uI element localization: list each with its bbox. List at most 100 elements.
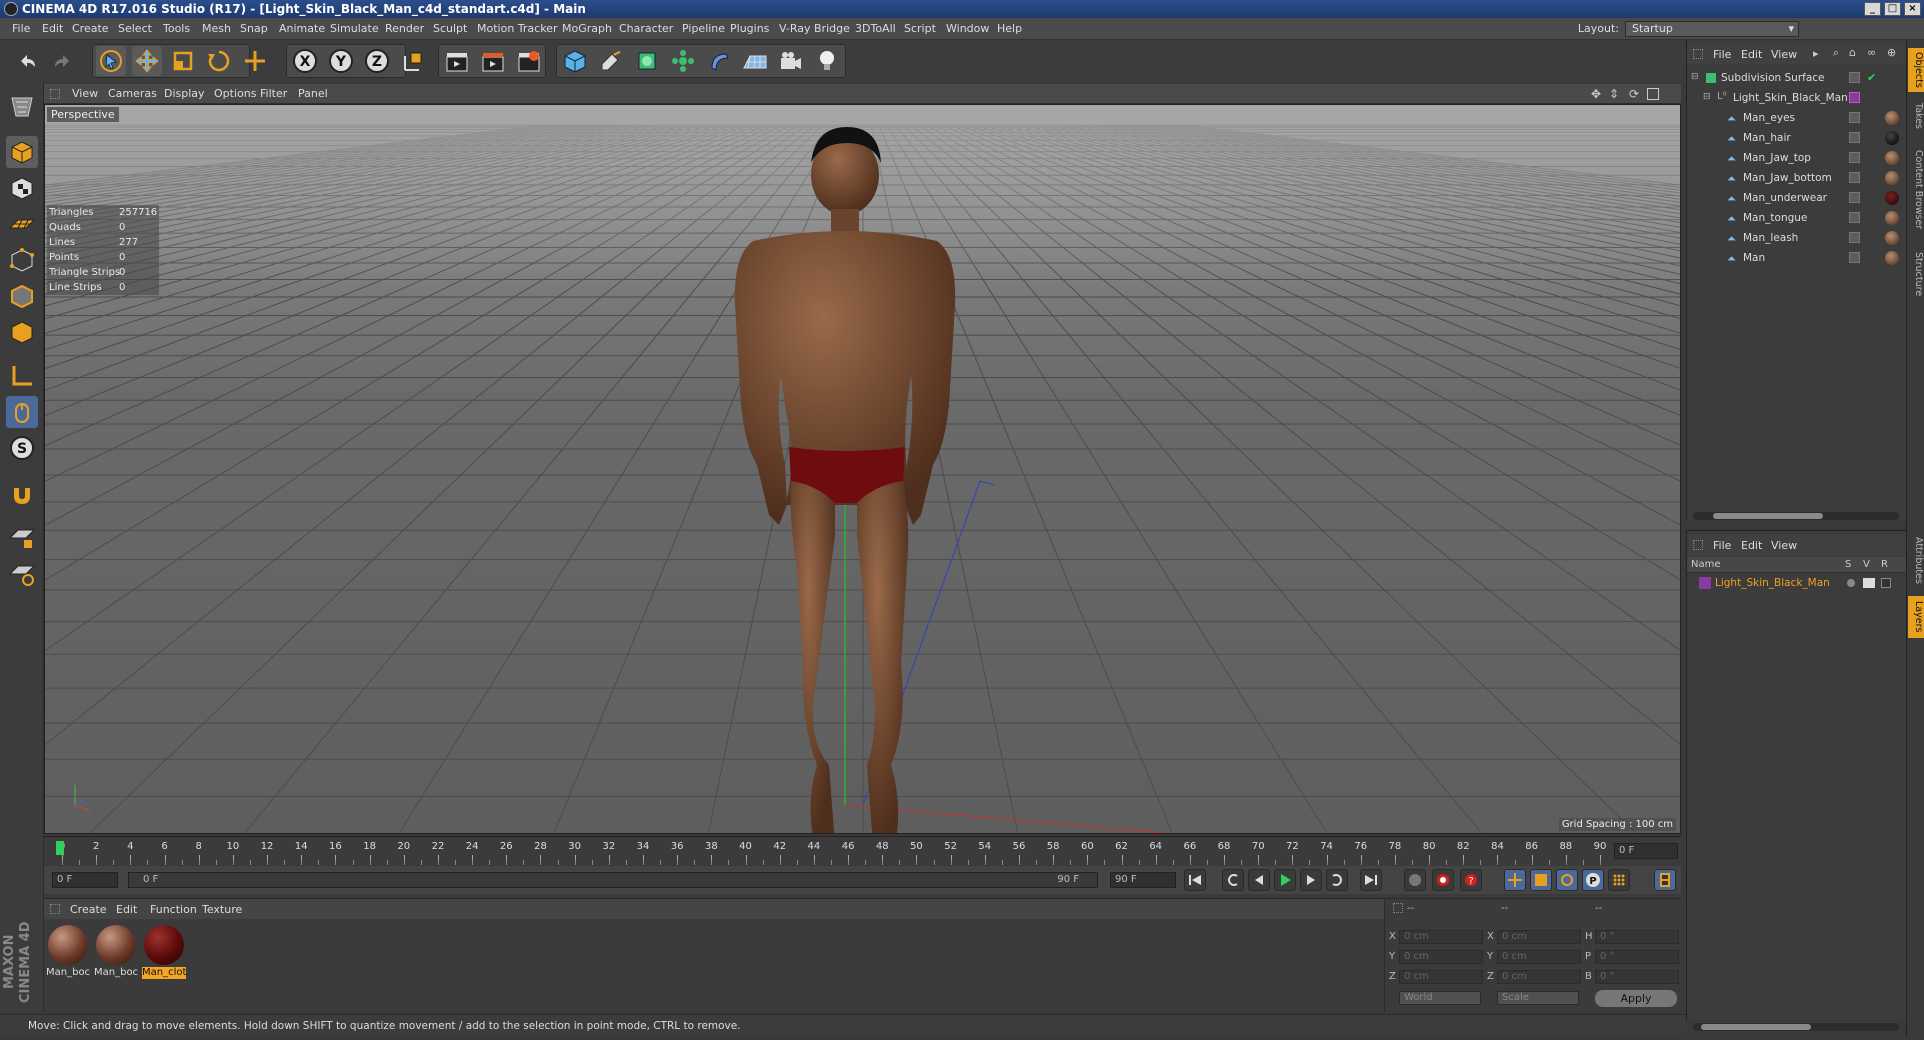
layer-toggle[interactable] bbox=[1849, 252, 1860, 263]
apply-button[interactable]: Apply bbox=[1595, 990, 1677, 1007]
tab-layers[interactable]: Layers bbox=[1908, 596, 1924, 638]
menu-select[interactable]: Select bbox=[118, 18, 152, 40]
material-tag-icon[interactable] bbox=[1885, 191, 1899, 205]
object-row[interactable]: ⏶ Man_leash bbox=[1687, 228, 1907, 248]
record-keys-disabled-button[interactable] bbox=[1404, 869, 1426, 891]
object-row[interactable]: ⏶ Man_Jaw_bottom bbox=[1687, 168, 1907, 188]
viewport-menu-view[interactable]: View bbox=[72, 87, 98, 100]
object-row-light-skin-black-man[interactable]: ⊟ L⁰ Light_Skin_Black_Man bbox=[1687, 88, 1907, 108]
live-selection-button[interactable] bbox=[96, 46, 126, 76]
coordinate-system-button[interactable] bbox=[398, 46, 428, 76]
material-tag-icon[interactable] bbox=[1885, 171, 1899, 185]
menu-tools[interactable]: Tools bbox=[163, 18, 190, 40]
menu-create[interactable]: Create bbox=[72, 18, 109, 40]
menu-help[interactable]: Help bbox=[997, 18, 1022, 40]
minimize-button[interactable]: _ bbox=[1864, 2, 1881, 16]
menu-sculpt[interactable]: Sculpt bbox=[433, 18, 467, 40]
layer-toggle[interactable] bbox=[1849, 112, 1860, 123]
material-tag-icon[interactable] bbox=[1885, 211, 1899, 225]
check-icon[interactable]: ✔ bbox=[1867, 71, 1876, 84]
viewport-menu-cameras[interactable]: Cameras bbox=[108, 87, 157, 100]
solo-icon[interactable] bbox=[1847, 579, 1855, 587]
prev-key-button[interactable] bbox=[1222, 869, 1244, 891]
menu-3dtoall[interactable]: 3DToAll bbox=[855, 18, 896, 40]
layer-menu-view[interactable]: View bbox=[1771, 539, 1797, 552]
viewport[interactable]: Perspective Triangles 257716 Quads 0 Lines… bbox=[44, 104, 1681, 834]
material-menu-create[interactable]: Create bbox=[70, 903, 107, 916]
position-z-field[interactable]: 0 cm bbox=[1399, 970, 1483, 984]
material-menu-texture[interactable]: Texture bbox=[202, 903, 242, 916]
workplane-button[interactable] bbox=[6, 208, 38, 240]
next-key-button[interactable] bbox=[1326, 869, 1348, 891]
link-icon[interactable]: ∞ bbox=[1867, 46, 1876, 59]
make-editable-button[interactable] bbox=[6, 90, 38, 122]
menu-render[interactable]: Render bbox=[385, 18, 424, 40]
autokey-button[interactable]: ? bbox=[1460, 869, 1482, 891]
rotation-b-field[interactable]: 0 ° bbox=[1595, 970, 1679, 984]
size-x-field[interactable]: 0 cm bbox=[1497, 930, 1581, 944]
menu-pipeline[interactable]: Pipeline bbox=[682, 18, 725, 40]
current-frame-field[interactable]: 0 F bbox=[1614, 843, 1678, 859]
position-y-field[interactable]: 0 cm bbox=[1399, 950, 1483, 964]
lock-workplane-button[interactable] bbox=[6, 522, 38, 554]
layer-toggle[interactable] bbox=[1849, 172, 1860, 183]
object-row[interactable]: ⏶ Man_tongue bbox=[1687, 208, 1907, 228]
object-menu-file[interactable]: File bbox=[1713, 48, 1731, 61]
end-frame-field[interactable]: 90 F bbox=[1110, 872, 1176, 888]
scale-select[interactable]: Scale bbox=[1497, 991, 1579, 1005]
scroll-thumb[interactable] bbox=[1713, 513, 1823, 519]
perspective-label[interactable]: Perspective bbox=[47, 107, 119, 122]
menu-snap[interactable]: Snap bbox=[240, 18, 268, 40]
prev-frame-button[interactable] bbox=[1248, 869, 1270, 891]
start-frame-field[interactable]: 0 F bbox=[52, 872, 118, 888]
object-row[interactable]: ⏶ Man_underwear bbox=[1687, 188, 1907, 208]
menu-motion-tracker[interactable]: Motion Tracker bbox=[477, 18, 557, 40]
world-select[interactable]: World bbox=[1399, 991, 1481, 1005]
menu-character[interactable]: Character bbox=[619, 18, 673, 40]
material-swatch[interactable]: Man_clot bbox=[142, 923, 186, 981]
zoom-icon[interactable]: ⇕ bbox=[1609, 87, 1619, 101]
viewport-menu-display[interactable]: Display bbox=[164, 87, 205, 100]
axis-y-button[interactable]: Y bbox=[326, 46, 356, 76]
object-row[interactable]: ⏶ Man_hair bbox=[1687, 128, 1907, 148]
edges-mode-button[interactable] bbox=[6, 280, 38, 312]
tab-objects[interactable]: Objects bbox=[1908, 48, 1924, 92]
menu-simulate[interactable]: Simulate bbox=[330, 18, 379, 40]
redo-button[interactable] bbox=[48, 46, 78, 76]
polygons-mode-button[interactable] bbox=[6, 316, 38, 348]
layer-color[interactable] bbox=[1849, 92, 1860, 103]
key-parameter-button[interactable]: P bbox=[1582, 869, 1604, 891]
search-icon[interactable]: ⌕ bbox=[1833, 46, 1839, 60]
tab-structure[interactable]: Structure bbox=[1908, 246, 1924, 302]
material-menu-edit[interactable]: Edit bbox=[116, 903, 137, 916]
render-view-button[interactable] bbox=[442, 46, 472, 76]
tab-attributes[interactable]: Attributes bbox=[1908, 530, 1924, 590]
axis-mode-button[interactable] bbox=[6, 360, 38, 392]
tab-content-browser[interactable]: Content Browser bbox=[1908, 140, 1924, 240]
menu-vray-bridge[interactable]: V-Ray Bridge bbox=[779, 18, 850, 40]
menu-animate[interactable]: Animate bbox=[279, 18, 325, 40]
array-button[interactable] bbox=[668, 46, 698, 76]
position-x-field[interactable]: 0 cm bbox=[1399, 930, 1483, 944]
undo-button[interactable] bbox=[12, 46, 42, 76]
menu-edit[interactable]: Edit bbox=[42, 18, 63, 40]
layer-row[interactable]: Light_Skin_Black_Man bbox=[1687, 575, 1907, 593]
key-pla-button[interactable] bbox=[1608, 869, 1630, 891]
viewport-menu-options[interactable]: Options bbox=[214, 87, 256, 100]
cube-object-button[interactable] bbox=[560, 46, 590, 76]
material-tag-icon[interactable] bbox=[1885, 231, 1899, 245]
menu-window[interactable]: Window bbox=[946, 18, 989, 40]
axis-z-button[interactable]: Z bbox=[362, 46, 392, 76]
object-row[interactable]: ⏶ Man_Jaw_top bbox=[1687, 148, 1907, 168]
tweak-mode-button[interactable] bbox=[6, 396, 38, 428]
menu-file[interactable]: File bbox=[12, 18, 30, 40]
key-position-button[interactable] bbox=[1504, 869, 1526, 891]
layer-scrollbar[interactable] bbox=[1693, 1023, 1899, 1031]
layer-toggle[interactable] bbox=[1849, 212, 1860, 223]
collapse-icon[interactable]: ⊟ bbox=[1691, 72, 1699, 82]
key-scale-button[interactable] bbox=[1530, 869, 1552, 891]
planar-workplane-button[interactable] bbox=[6, 558, 38, 590]
material-tag-icon[interactable] bbox=[1885, 151, 1899, 165]
rotation-p-field[interactable]: 0 ° bbox=[1595, 950, 1679, 964]
frame-range-slider[interactable]: 0 F 90 F bbox=[128, 872, 1098, 888]
